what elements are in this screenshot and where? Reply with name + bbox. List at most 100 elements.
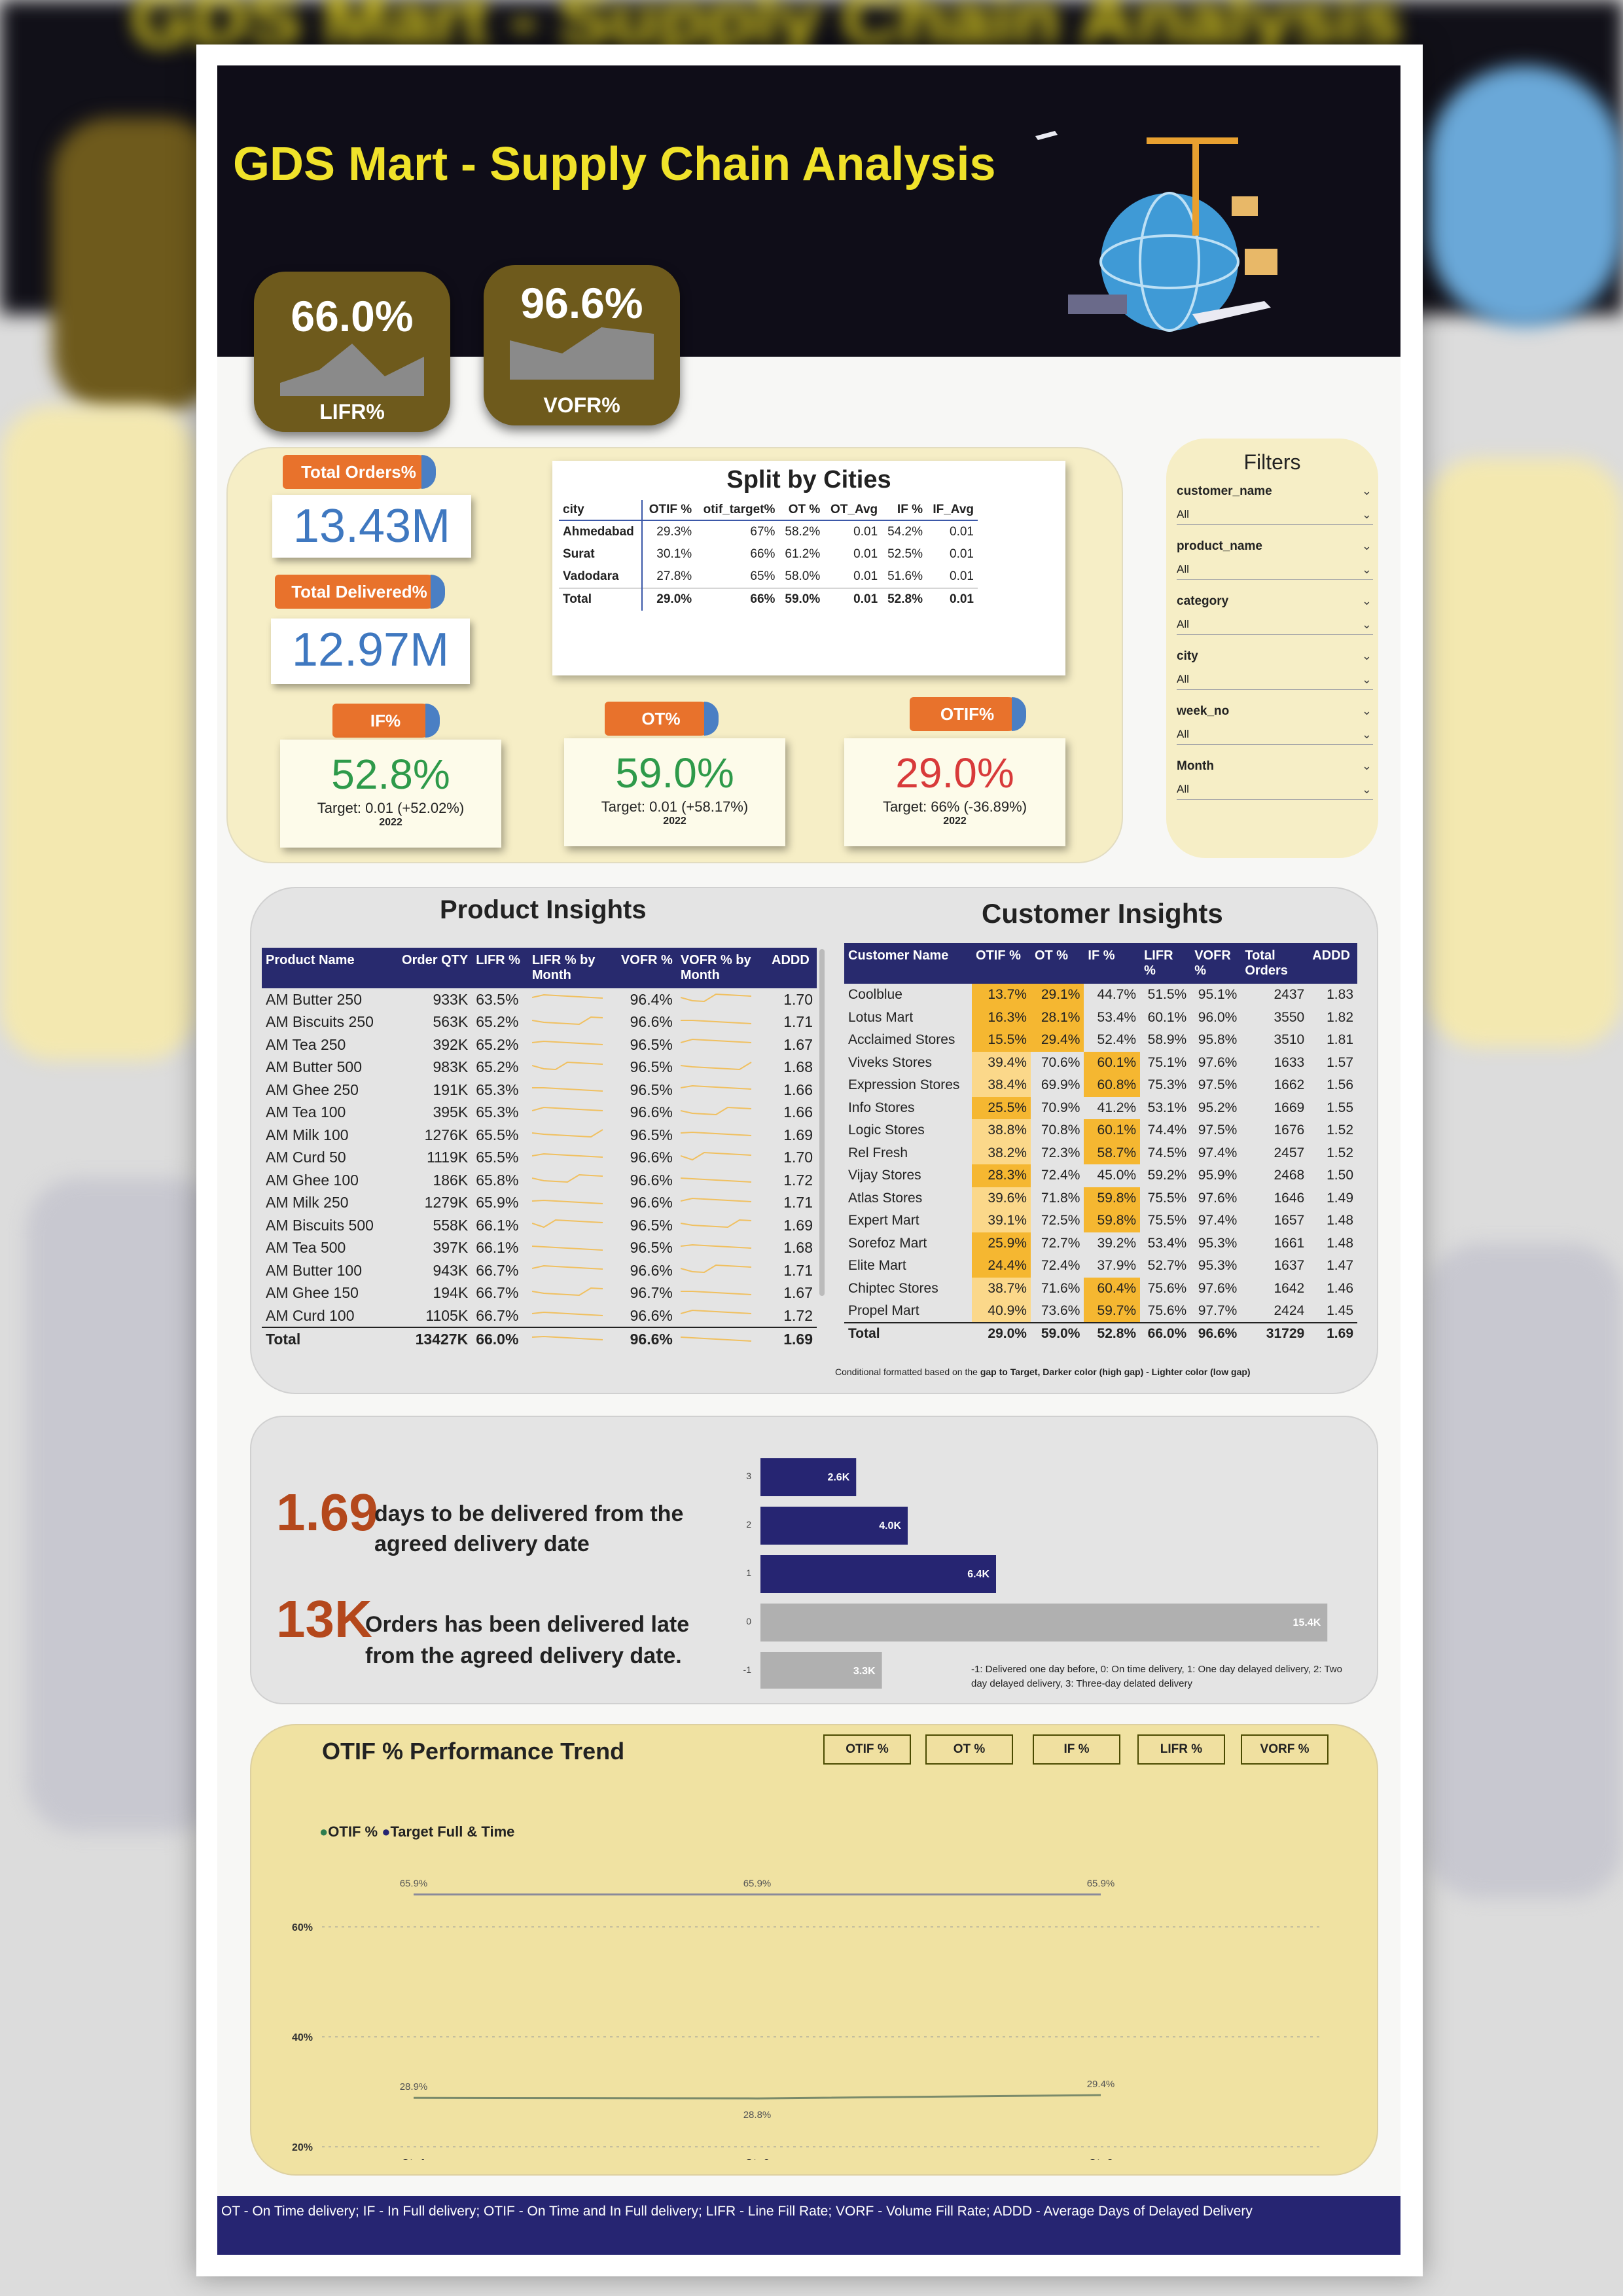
product-row[interactable]: AM Milk 100 1276K 65.5% 96.5% 1.69 bbox=[262, 1124, 817, 1147]
trend-button-if[interactable]: IF % bbox=[1033, 1734, 1120, 1765]
customer-row[interactable]: Sorefoz Mart 25.9% 72.7% 39.2% 53.4% 95.3% 166… bbox=[844, 1232, 1357, 1255]
customer-row[interactable]: Elite Mart 24.4% 72.4% 37.9% 52.7% 95.3% 1637 1… bbox=[844, 1255, 1357, 1278]
trend-button-otif[interactable]: OTIF % bbox=[823, 1734, 911, 1765]
col-city[interactable]: city bbox=[559, 500, 643, 521]
product-row[interactable]: AM Ghee 250 191K 65.3% 96.5% 1.66 bbox=[262, 1079, 817, 1102]
product-row[interactable]: AM Biscuits 250 563K 65.2% 96.6% 1.71 bbox=[262, 1011, 817, 1034]
customer-row[interactable]: Propel Mart 40.9% 73.6% 59.7% 75.6% 97.7% 2424… bbox=[844, 1300, 1357, 1323]
customer-cell: Coolblue bbox=[848, 987, 902, 1003]
customer-total-cell: 96.6% bbox=[1190, 1321, 1241, 1345]
product-row[interactable]: AM Butter 100 943K 66.7% 96.6% 1.71 bbox=[262, 1259, 817, 1282]
product-table-scrollbar[interactable] bbox=[819, 949, 825, 1296]
chevron-down-icon[interactable]: ⌄ bbox=[1362, 673, 1372, 687]
col-vofr[interactable]: VOFR % bbox=[613, 948, 677, 988]
chevron-down-icon[interactable]: ⌄ bbox=[1362, 649, 1372, 663]
col-addd[interactable]: ADDD bbox=[1308, 943, 1357, 984]
col-product-name[interactable]: Product Name bbox=[262, 948, 395, 988]
filter-dropdown-category[interactable]: All bbox=[1177, 618, 1373, 635]
customer-row[interactable]: Viveks Stores 39.4% 70.6% 60.1% 75.1% 97.6% 16… bbox=[844, 1051, 1357, 1074]
col-vofr-by-month[interactable]: VOFR % by Month bbox=[676, 948, 768, 988]
chevron-down-icon[interactable]: ⌄ bbox=[1362, 539, 1372, 553]
customer-cell: 28.1% bbox=[1030, 1006, 1084, 1029]
product-row[interactable]: AM Biscuits 500 558K 66.1% 96.5% 1.69 bbox=[262, 1214, 817, 1237]
customer-cell: 2457 bbox=[1274, 1145, 1305, 1160]
background-panel bbox=[1427, 458, 1623, 1047]
product-row[interactable]: AM Butter 500 983K 65.2% 96.5% 1.68 bbox=[262, 1056, 817, 1079]
delay-bar[interactable] bbox=[760, 1604, 1328, 1641]
col-ot[interactable]: OT % bbox=[779, 500, 825, 521]
col-if-avg[interactable]: IF_Avg bbox=[926, 500, 978, 521]
customer-cell: 96.0% bbox=[1198, 1009, 1238, 1025]
chevron-down-icon[interactable]: ⌄ bbox=[1362, 484, 1372, 498]
chevron-down-icon[interactable]: ⌄ bbox=[1362, 704, 1372, 718]
trend-button-vorf[interactable]: VORF % bbox=[1241, 1734, 1329, 1765]
customer-row[interactable]: Chiptec Stores 38.7% 71.6% 60.4% 75.6% 97.6% 1… bbox=[844, 1277, 1357, 1300]
city-row[interactable]: Ahmedabad 29.3% 67% 58.2% 0.01 54.2% 0.01 bbox=[559, 520, 978, 543]
col-otif[interactable]: OTIF % bbox=[971, 943, 1031, 984]
col-otif[interactable]: OTIF % bbox=[642, 500, 696, 521]
col-ot-avg[interactable]: OT_Avg bbox=[824, 500, 882, 521]
customer-row[interactable]: Expert Mart 39.1% 72.5% 59.8% 75.5% 97.4% 1657… bbox=[844, 1210, 1357, 1232]
filter-dropdown-customer-name[interactable]: All bbox=[1177, 508, 1373, 525]
chevron-down-icon[interactable]: ⌄ bbox=[1362, 508, 1372, 522]
product-addd: 1.68 bbox=[783, 1058, 813, 1076]
chevron-down-icon[interactable]: ⌄ bbox=[1362, 759, 1372, 773]
series-line-otif[interactable] bbox=[413, 2094, 1101, 2100]
col-lifr[interactable]: LIFR % bbox=[1140, 943, 1191, 984]
product-row[interactable]: AM Tea 100 395K 65.3% 96.6% 1.66 bbox=[262, 1102, 817, 1124]
product-row[interactable]: AM Curd 50 1119K 65.5% 96.6% 1.70 bbox=[262, 1147, 817, 1170]
product-row[interactable]: AM Ghee 150 194K 66.7% 96.7% 1.67 bbox=[262, 1282, 817, 1305]
col-if[interactable]: IF % bbox=[882, 500, 927, 521]
col-otif-target[interactable]: otif_target% bbox=[696, 500, 779, 521]
product-row[interactable]: AM Curd 100 1105K 66.7% 96.6% 1.72 bbox=[262, 1304, 817, 1327]
customer-row[interactable]: Coolblue 13.7% 29.1% 44.7% 51.5% 95.1% 2437 1.8… bbox=[844, 984, 1357, 1007]
col-addd[interactable]: ADDD bbox=[768, 948, 817, 988]
city-row[interactable]: Vadodara 27.8% 65% 58.0% 0.01 51.6% 0.01 bbox=[559, 565, 978, 588]
customer-row[interactable]: Expression Stores 38.4% 69.9% 60.8% 75.3% 97.… bbox=[844, 1074, 1357, 1097]
col-ot[interactable]: OT % bbox=[1030, 943, 1084, 984]
product-row[interactable]: AM Ghee 100 186K 65.8% 96.6% 1.72 bbox=[262, 1169, 817, 1192]
product-total-lifr: 66.0% bbox=[472, 1327, 528, 1350]
col-order-qty[interactable]: Order QTY bbox=[395, 948, 473, 988]
col-total-orders[interactable]: Total Orders bbox=[1241, 943, 1309, 984]
customer-cell: 1646 bbox=[1274, 1190, 1305, 1206]
customer-cell: 51.5% bbox=[1147, 987, 1187, 1003]
product-table: Product Name Order QTY LIFR % LIFR % by … bbox=[262, 948, 817, 1350]
customer-row[interactable]: Info Stores 25.5% 70.9% 41.2% 53.1% 95.2% 1669… bbox=[844, 1096, 1357, 1119]
customer-cell: 75.5% bbox=[1147, 1190, 1187, 1206]
chevron-down-icon[interactable]: ⌄ bbox=[1362, 594, 1372, 608]
col-lifr[interactable]: LIFR % bbox=[472, 948, 528, 988]
chevron-down-icon[interactable]: ⌄ bbox=[1362, 783, 1372, 797]
product-order-qty: 397K bbox=[433, 1239, 469, 1257]
product-total-label: Total bbox=[262, 1327, 395, 1350]
chevron-down-icon[interactable]: ⌄ bbox=[1362, 563, 1372, 577]
customer-row[interactable]: Vijay Stores 28.3% 72.4% 45.0% 59.2% 95.9% 246… bbox=[844, 1164, 1357, 1187]
product-row[interactable]: AM Tea 500 397K 66.1% 96.5% 1.68 bbox=[262, 1237, 817, 1260]
filter-dropdown-week-no[interactable]: All bbox=[1177, 728, 1373, 745]
product-row[interactable]: AM Milk 250 1279K 65.9% 96.6% 1.71 bbox=[262, 1192, 817, 1215]
customer-row[interactable]: Atlas Stores 39.6% 71.8% 59.8% 75.5% 97.6% 164… bbox=[844, 1187, 1357, 1210]
delay-bar[interactable] bbox=[760, 1555, 996, 1593]
col-customer-name[interactable]: Customer Name bbox=[844, 943, 972, 984]
customer-row[interactable]: Logic Stores 38.8% 70.8% 60.1% 74.4% 97.5% 167… bbox=[844, 1119, 1357, 1142]
filter-dropdown-product-name[interactable]: All bbox=[1177, 563, 1373, 580]
customer-row[interactable]: Rel Fresh 38.2% 72.3% 58.7% 74.5% 97.4% 2457 1.… bbox=[844, 1141, 1357, 1164]
trend-button-ot[interactable]: OT % bbox=[925, 1734, 1013, 1765]
filter-dropdown-Month[interactable]: All bbox=[1177, 783, 1373, 800]
col-vofr[interactable]: VOFR % bbox=[1190, 943, 1241, 984]
customer-row[interactable]: Acclaimed Stores 15.5% 29.4% 52.4% 58.9% 95.8… bbox=[844, 1029, 1357, 1052]
trend-button-lifr[interactable]: LIFR % bbox=[1137, 1734, 1225, 1765]
customer-cell: Atlas Stores bbox=[848, 1190, 923, 1206]
product-row[interactable]: AM Tea 250 392K 65.2% 96.5% 1.67 bbox=[262, 1033, 817, 1056]
customer-row[interactable]: Lotus Mart 16.3% 28.1% 53.4% 60.1% 96.0% 3550 1… bbox=[844, 1006, 1357, 1029]
customer-cell: 1676 bbox=[1274, 1122, 1305, 1138]
product-row[interactable]: AM Butter 250 933K 63.5% 96.4% 1.70 bbox=[262, 988, 817, 1011]
col-lifr-by-month[interactable]: LIFR % by Month bbox=[527, 948, 614, 988]
city-row[interactable]: Surat 30.1% 66% 61.2% 0.01 52.5% 0.01 bbox=[559, 543, 978, 565]
chevron-down-icon[interactable]: ⌄ bbox=[1362, 728, 1372, 742]
customer-cell: 1.48 bbox=[1327, 1235, 1353, 1251]
bar-category-label: 2 bbox=[746, 1519, 751, 1530]
filter-dropdown-city[interactable]: All bbox=[1177, 673, 1373, 690]
col-if[interactable]: IF % bbox=[1084, 943, 1141, 984]
chevron-down-icon[interactable]: ⌄ bbox=[1362, 618, 1372, 632]
